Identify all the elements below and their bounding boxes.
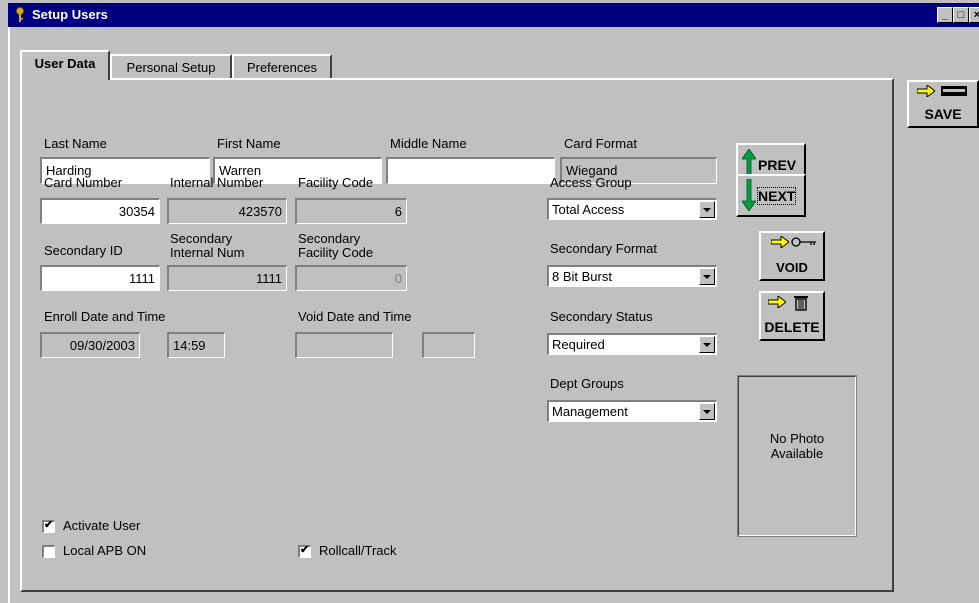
prev-label: PREV — [758, 157, 797, 173]
activate-user-checkbox[interactable] — [42, 518, 55, 533]
pointer-arrow-icon — [917, 85, 935, 97]
chevron-down-icon[interactable] — [699, 201, 715, 218]
secondary-id-field[interactable]: 1111 — [40, 265, 160, 291]
card-icon — [941, 86, 967, 96]
secondary-id-label: Secondary ID — [44, 243, 123, 258]
void-button[interactable]: VOID — [759, 231, 825, 281]
card-number-field[interactable]: 30354 — [40, 198, 160, 224]
chevron-down-icon[interactable] — [699, 268, 715, 285]
card-number-label: Card Number — [44, 175, 123, 190]
last-name-label: Last Name — [44, 136, 107, 151]
enroll-date-label: Enroll Date and Time — [44, 309, 166, 324]
delete-button[interactable]: DELETE — [759, 291, 825, 341]
photo-placeholder[interactable]: No Photo Available — [737, 375, 857, 537]
app-key-icon — [16, 7, 24, 22]
void-date-field — [295, 332, 393, 358]
next-button[interactable]: NEXT — [736, 174, 806, 217]
secondary-status-label: Secondary Status — [550, 309, 653, 324]
secondary-facility-label-line1: Secondary — [298, 231, 361, 246]
void-time-field — [422, 332, 475, 358]
card-format-label: Card Format — [564, 136, 637, 151]
activate-user-label[interactable]: Activate User — [63, 519, 140, 533]
maximize-button[interactable]: □ — [953, 7, 969, 23]
secondary-format-select[interactable]: 8 Bit Burst — [547, 265, 717, 287]
access-group-select[interactable]: Total Access — [547, 198, 717, 220]
window-title: Setup Users — [32, 7, 108, 22]
secondary-format-label: Secondary Format — [550, 241, 657, 256]
internal-number-field: 423570 — [167, 198, 287, 224]
photo-line2: Available — [770, 446, 824, 461]
dept-groups-value: Management — [552, 404, 628, 419]
internal-number-label: Internal Number — [170, 175, 264, 190]
delete-label: DELETE — [764, 319, 820, 335]
chevron-down-icon[interactable] — [699, 403, 715, 420]
secondary-internal-label-line1: Secondary — [170, 231, 233, 246]
photo-line1: No Photo — [769, 431, 825, 446]
secondary-facility-label-line2: Facility Code — [298, 245, 374, 260]
tab-user-data[interactable]: User Data — [20, 50, 110, 80]
enroll-date-field: 09/30/2003 — [40, 332, 140, 358]
minimize-button[interactable]: _ — [937, 7, 953, 23]
down-arrow-icon — [742, 179, 756, 211]
chevron-down-icon[interactable] — [699, 336, 715, 353]
secondary-internal-label-line2: Internal Num — [170, 245, 245, 260]
pointer-arrow-icon — [768, 296, 786, 308]
title-bar[interactable]: Setup Users _ □ × — [8, 3, 979, 27]
secondary-facility-field: 0 — [295, 265, 407, 291]
facility-code-field: 6 — [295, 198, 407, 224]
close-button[interactable]: × — [969, 7, 979, 23]
secondary-internal-field: 1111 — [167, 265, 287, 291]
window-left-edge — [8, 27, 10, 603]
access-group-label: Access Group — [550, 175, 632, 190]
middle-name-field[interactable] — [386, 157, 555, 184]
secondary-status-value: Required — [552, 337, 605, 352]
middle-name-label: Middle Name — [390, 136, 467, 151]
pointer-arrow-icon — [771, 236, 789, 248]
dept-groups-label: Dept Groups — [550, 376, 624, 391]
secondary-status-select[interactable]: Required — [547, 333, 717, 355]
local-apb-label[interactable]: Local APB ON — [63, 544, 146, 558]
enroll-time-field: 14:59 — [167, 332, 225, 358]
secondary-format-value: 8 Bit Burst — [552, 269, 612, 284]
trash-icon — [794, 296, 808, 311]
save-label: SAVE — [924, 106, 962, 122]
local-apb-checkbox[interactable] — [42, 545, 55, 558]
void-label: VOID — [776, 260, 808, 275]
tab-personal-setup[interactable]: Personal Setup — [110, 54, 232, 80]
tab-preferences[interactable]: Preferences — [232, 54, 332, 80]
photo-text: No Photo Available — [739, 431, 855, 461]
dept-groups-select[interactable]: Management — [547, 400, 717, 422]
save-button[interactable]: SAVE — [907, 80, 979, 128]
rollcall-label[interactable]: Rollcall/Track — [319, 544, 397, 558]
facility-code-label: Facility Code — [298, 175, 374, 190]
void-date-label: Void Date and Time — [298, 309, 412, 324]
next-label: NEXT — [756, 187, 797, 205]
rollcall-checkbox[interactable] — [298, 543, 311, 558]
first-name-label: First Name — [217, 136, 281, 151]
access-group-value: Total Access — [552, 202, 625, 217]
key-icon — [791, 237, 816, 247]
